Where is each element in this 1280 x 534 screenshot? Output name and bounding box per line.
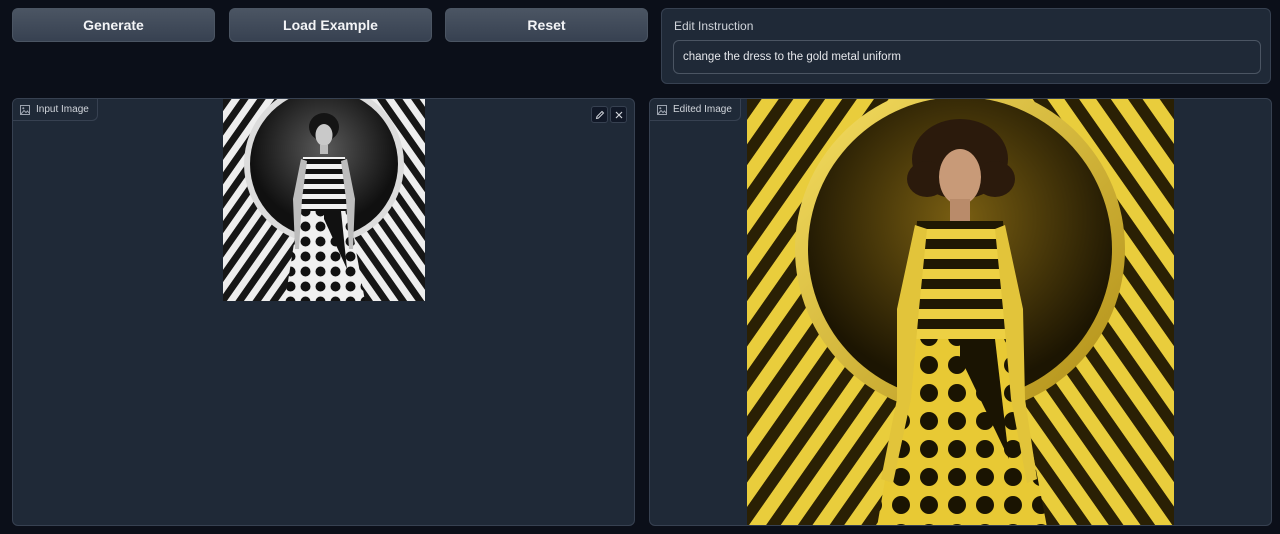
close-icon — [615, 111, 622, 118]
edit-instruction-input[interactable] — [673, 40, 1261, 74]
edited-image-panel: Edited Image — [649, 98, 1272, 526]
clear-button[interactable] — [610, 106, 627, 123]
input-image — [223, 99, 425, 301]
input-image-label-text: Input Image — [36, 104, 89, 115]
input-image-label: Input Image — [13, 99, 98, 121]
image-icon — [657, 104, 667, 115]
reset-button[interactable]: Reset — [445, 8, 648, 42]
edited-image-label-text: Edited Image — [673, 104, 732, 115]
edit-button[interactable] — [591, 106, 608, 123]
edit-instruction-label: Edit Instruction — [674, 19, 754, 33]
load-example-button[interactable]: Load Example — [229, 8, 432, 42]
edited-image — [747, 99, 1174, 525]
input-image-panel[interactable]: Input Image — [12, 98, 635, 526]
edit-instruction-box: Edit Instruction — [661, 8, 1271, 84]
edited-image-label: Edited Image — [650, 99, 741, 121]
image-icon — [20, 104, 30, 115]
edit-icon — [595, 110, 604, 119]
generate-button[interactable]: Generate — [12, 8, 215, 42]
